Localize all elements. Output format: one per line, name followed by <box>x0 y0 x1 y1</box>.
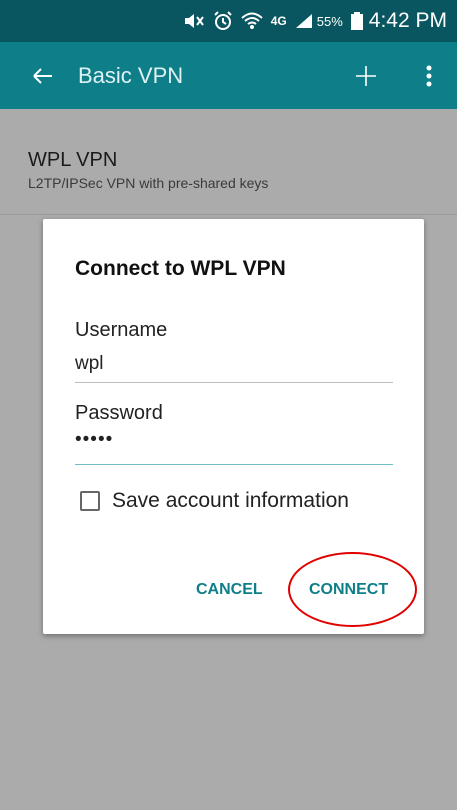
username-field[interactable]: wpl <box>75 353 104 375</box>
dialog-title: Connect to WPL VPN <box>75 257 286 280</box>
more-vert-icon[interactable] <box>419 61 439 91</box>
status-bar: 4G 55% 4:42 PM <box>0 0 457 42</box>
page-title: Basic VPN <box>78 62 184 88</box>
alarm-icon <box>213 11 233 31</box>
save-account-checkbox[interactable] <box>80 491 100 511</box>
password-label: Password <box>75 402 163 424</box>
annotation-circle <box>288 552 417 627</box>
battery-icon <box>350 12 363 30</box>
wifi-icon <box>241 12 263 30</box>
battery-percent: 55% <box>316 13 343 29</box>
signal-icon <box>295 13 313 29</box>
arrow-back-icon[interactable] <box>28 61 58 91</box>
username-label: Username <box>75 319 168 341</box>
cancel-button[interactable]: CANCEL <box>196 581 263 599</box>
app-bar: Basic VPN <box>0 42 457 109</box>
vpn-list-item[interactable]: WPL VPN L2TP/IPSec VPN with pre-shared k… <box>0 109 457 215</box>
mute-icon <box>183 12 205 30</box>
save-account-row[interactable]: Save account information <box>80 489 349 513</box>
clock: 4:42 PM <box>368 9 447 32</box>
network-type-label: 4G <box>270 14 287 28</box>
password-field[interactable]: ••••• <box>75 429 113 451</box>
password-underline <box>75 464 393 465</box>
vpn-name: WPL VPN <box>28 149 118 171</box>
save-account-label: Save account information <box>112 489 349 512</box>
username-underline <box>75 382 393 383</box>
plus-icon[interactable] <box>351 61 381 91</box>
vpn-description: L2TP/IPSec VPN with pre-shared keys <box>28 175 269 191</box>
